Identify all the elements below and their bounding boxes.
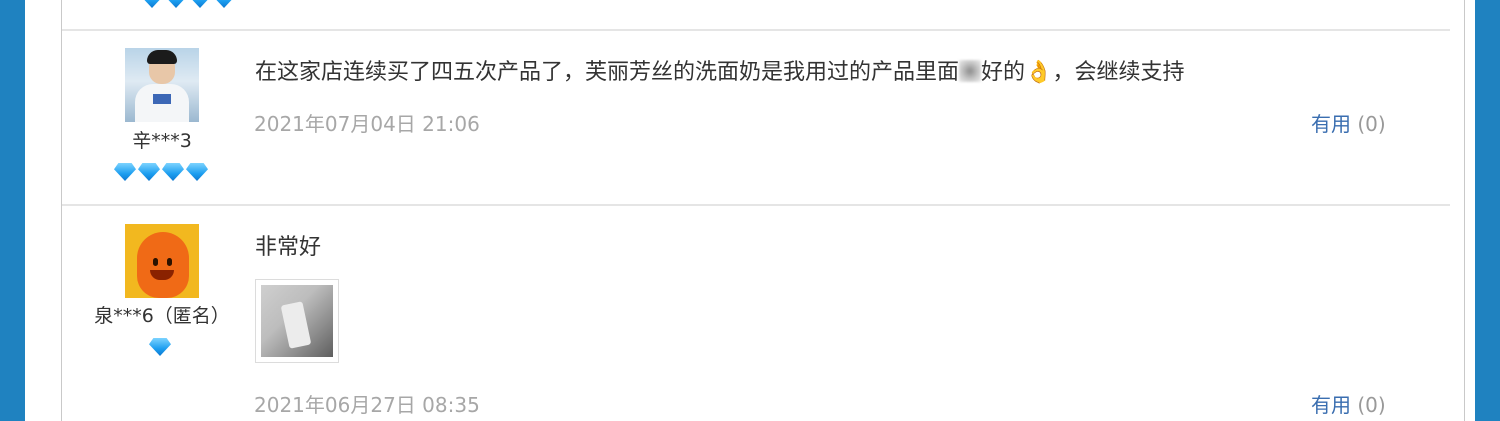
useful-count: (0) xyxy=(1357,393,1386,417)
reviewer-level-gems xyxy=(149,338,171,356)
useful-button[interactable]: 有用 (0) xyxy=(1311,389,1386,418)
page-sheet: 辛***3 在这家店连续买了四五次产品了，芙丽芳丝的洗面奶是我用过的产品里面 好的… xyxy=(25,0,1475,421)
avatar[interactable] xyxy=(125,224,199,298)
diamond-icon xyxy=(162,163,184,181)
prev-review-level-gems xyxy=(141,0,235,8)
reviewer-name: 泉***6（匿名） xyxy=(94,305,230,327)
diamond-icon xyxy=(186,163,208,181)
useful-label[interactable]: 有用 xyxy=(1311,112,1351,136)
review-photo xyxy=(261,285,333,357)
diamond-icon xyxy=(138,163,160,181)
blurred-character xyxy=(959,60,982,82)
diamond-icon xyxy=(149,338,171,356)
review-text: 非常好 xyxy=(255,235,322,260)
ok-hand-emoji-icon: 👌 xyxy=(1025,60,1053,85)
review-text-part: 好的 xyxy=(981,60,1026,85)
diamond-icon xyxy=(213,0,235,8)
reviewer-level-gems xyxy=(114,163,208,181)
diamond-icon xyxy=(141,0,163,8)
reviewer-name: 辛***3 xyxy=(132,130,192,152)
diamond-icon xyxy=(165,0,187,8)
review-date: 2021年06月27日 08:35 xyxy=(254,393,480,417)
useful-button[interactable]: 有用 (0) xyxy=(1311,108,1386,137)
divider xyxy=(62,204,1450,206)
useful-label[interactable]: 有用 xyxy=(1311,393,1351,417)
review-text: 在这家店连续买了四五次产品了，芙丽芳丝的洗面奶是我用过的产品里面 好的👌，会继续支… xyxy=(255,54,1184,86)
avatar[interactable] xyxy=(125,48,199,122)
review-photo-thumbnail[interactable] xyxy=(255,279,339,363)
diamond-icon xyxy=(189,0,211,8)
diamond-icon xyxy=(114,163,136,181)
review-date: 2021年07月04日 21:06 xyxy=(254,112,480,136)
review-text-part: 在这家店连续买了四五次产品了，芙丽芳丝的洗面奶是我用过的产品里面 xyxy=(255,60,960,85)
divider xyxy=(62,29,1450,31)
review-list: 辛***3 在这家店连续买了四五次产品了，芙丽芳丝的洗面奶是我用过的产品里面 好的… xyxy=(61,0,1465,421)
useful-count: (0) xyxy=(1357,112,1386,136)
review-text-part: ，会继续支持 xyxy=(1052,60,1185,85)
